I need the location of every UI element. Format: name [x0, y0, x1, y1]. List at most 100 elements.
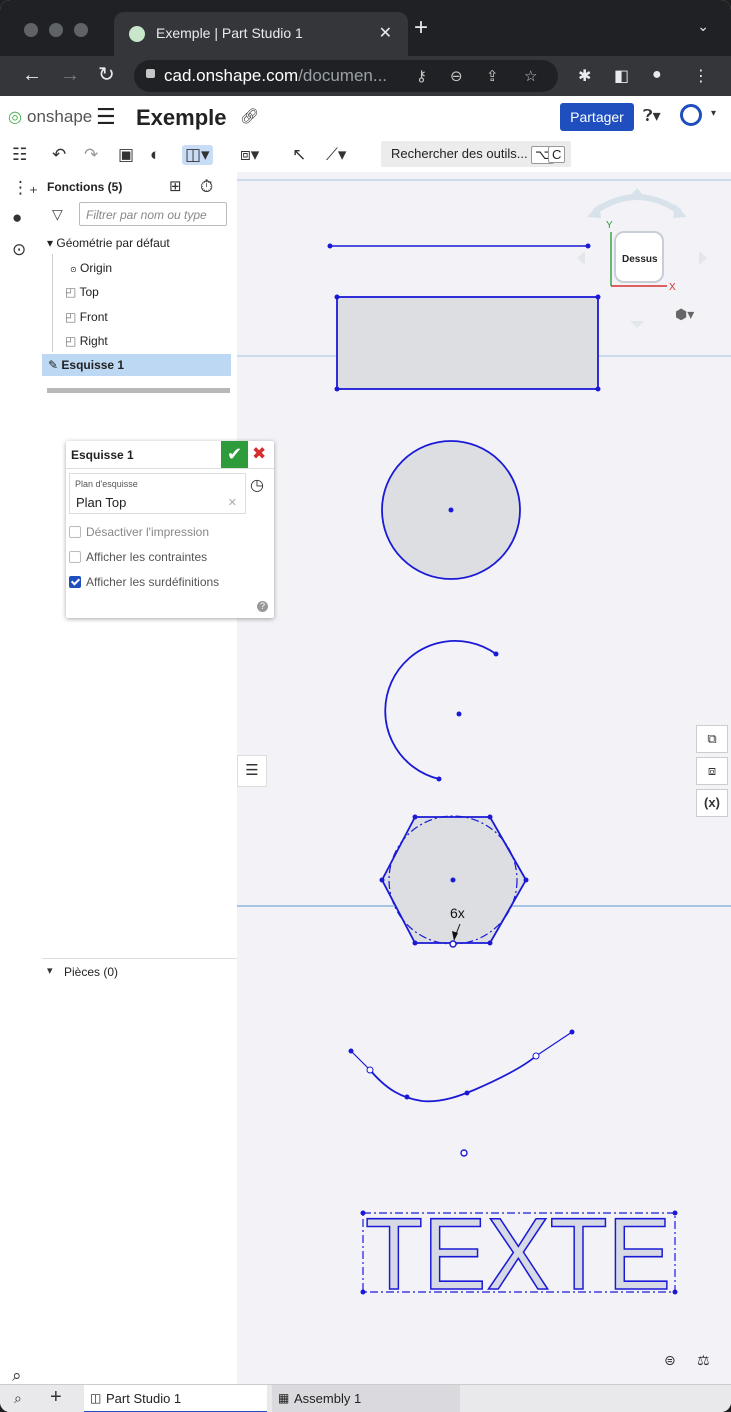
feature-filter-input[interactable]: Filtrer par nom ou type [79, 202, 227, 226]
url-field[interactable]: cad.onshape.com/documen... ⚷ ⊖ ⇪ ☆ [134, 60, 558, 92]
hamburger-menu-icon[interactable]: ☰ [96, 104, 116, 130]
appearance-panel-icon[interactable]: ⧉ [696, 725, 728, 753]
sketch-tool-icon[interactable]: ▣ [118, 145, 134, 165]
link-icon[interactable]: 🔗︎ [240, 107, 259, 125]
bookmark-star-icon[interactable]: ☆ [524, 67, 537, 85]
accept-check-icon[interactable]: ✔ [221, 441, 248, 468]
browser-tab-bar: Exemple | Part Studio 1 ✕ + ⌄ [0, 0, 731, 56]
close-window-dot[interactable] [24, 23, 38, 37]
origin-icon: ⊙ [70, 265, 77, 274]
feature-scrollbar[interactable] [47, 388, 230, 393]
browser-menu-icon[interactable]: ⋮ [693, 66, 709, 86]
filter-funnel-icon: ▽ [52, 206, 63, 222]
insert-feature-icon[interactable]: ⋮₊ [12, 178, 38, 198]
extensions-puzzle-icon[interactable]: ✱ [578, 66, 591, 86]
mate-connector-icon[interactable]: ⊜ [664, 1352, 676, 1369]
minimize-window-dot[interactable] [49, 23, 63, 37]
part-studio-toolbar: ☷ ↶ ↷ ▣ ◐ ◫▾ ⧈▾ ↖ ⟋▾ Rechercher des outi… [0, 138, 731, 173]
browser-address-bar: ← → ↻ cad.onshape.com/documen... ⚷ ⊖ ⇪ ☆… [0, 56, 731, 96]
show-constraints-checkbox[interactable] [69, 551, 81, 563]
extrude-tool-icon[interactable]: ◐ [150, 145, 160, 165]
left-rail: ⋮₊ ● ⊙ ⌕ [0, 172, 43, 1386]
sketch-pencil-icon: ✎ [48, 358, 59, 372]
configuration-panel-icon[interactable]: ⧈ [696, 757, 728, 785]
document-title[interactable]: Exemple [136, 105, 227, 131]
redo-icon[interactable]: ↷ [84, 145, 98, 165]
onshape-brand[interactable]: onshape [27, 107, 92, 127]
graphics-canvas[interactable]: 6x TEXTE Y X Dessus ⬢▾ ⊜ ⚖ [237, 172, 731, 1384]
plane-icon: ◰ [65, 285, 77, 299]
plane-top-item[interactable]: ◰ Top [65, 285, 99, 299]
plane-front-item[interactable]: ◰ Front [65, 310, 108, 324]
search-tools-button[interactable]: Rechercher des outils... ⌥ C [381, 141, 571, 167]
view-options-icon[interactable]: ⧈▾ [240, 145, 259, 165]
reload-icon[interactable]: ↻ [98, 64, 115, 86]
variables-panel-icon[interactable]: (x) [696, 789, 728, 817]
add-tab-icon[interactable]: + [50, 1386, 62, 1409]
forward-arrow-icon[interactable]: → [60, 64, 80, 86]
sketch-line [327, 243, 591, 249]
clear-plane-icon[interactable]: ✕ [228, 496, 237, 509]
assembly-icon: ▦ [278, 1391, 290, 1405]
rollback-timer-icon[interactable]: ⏱︎ [200, 177, 213, 197]
view-cube[interactable]: Y X Dessus ⬢▾ [577, 182, 717, 342]
sketch-spline [348, 1029, 575, 1103]
sketch-feature-row[interactable]: ✎ Esquisse 1 [42, 354, 231, 376]
shortcut-c-key: C [548, 146, 566, 163]
search-tools-label: Rechercher des outils... [391, 146, 528, 161]
zoom-icon[interactable]: ⊖ [450, 67, 463, 85]
mass-properties-icon[interactable]: ⚖ [697, 1352, 710, 1369]
profile-icon[interactable]: ● [652, 66, 662, 84]
display-mode-icon[interactable]: ◫▾ [182, 145, 213, 165]
tab-search-chevron-icon[interactable]: ⌄ [697, 18, 709, 35]
chevron-down-icon: ▾ [47, 965, 53, 977]
sketch-arc [384, 640, 499, 782]
plane-right-item[interactable]: ◰ Right [65, 334, 108, 348]
axis-y-label: Y [606, 220, 613, 231]
cancel-x-icon[interactable]: ✖ [252, 444, 266, 464]
default-geometry-folder[interactable]: ▾ Géométrie par défaut [47, 236, 170, 250]
history-icon[interactable]: ⊙ [12, 240, 26, 260]
origin-item[interactable]: ⊙ Origin [70, 261, 112, 275]
onshape-header: ◎ onshape ☰ Exemple 🔗︎ Partager ❓︎▾ ▾ [0, 96, 731, 139]
browser-tab-title: Exemple | Part Studio 1 [156, 25, 303, 41]
new-folder-icon[interactable]: ⊞ [169, 177, 182, 195]
help-icon[interactable]: ❓︎▾ [643, 106, 661, 126]
undo-icon[interactable]: ↶ [52, 145, 66, 165]
collapse-panel-icon[interactable]: ☰ [237, 755, 267, 787]
measure-tool-icon[interactable]: ↖ [292, 145, 306, 165]
back-arrow-icon[interactable]: ← [22, 64, 42, 86]
sketch-plane-field[interactable]: Plan d'esquisse Plan Top ✕ [69, 473, 246, 514]
user-menu-chevron-icon[interactable]: ▾ [711, 108, 716, 119]
sketch-geometry[interactable]: 6x TEXTE [237, 172, 731, 1384]
tab-manager-icon[interactable]: ⌕ [14, 1390, 22, 1407]
share-page-icon[interactable]: ⇪ [486, 67, 499, 85]
history-clock-icon[interactable]: ◷ [250, 475, 264, 495]
key-icon[interactable]: ⚷ [416, 67, 427, 85]
close-tab-icon[interactable]: ✕ [379, 23, 392, 43]
comments-icon[interactable]: ● [12, 208, 22, 228]
share-button[interactable]: Partager [560, 103, 634, 131]
zoom-window-dot[interactable] [74, 23, 88, 37]
parts-label: Pièces (0) [64, 965, 119, 979]
disable-imprint-checkbox[interactable] [69, 526, 81, 538]
show-overdefined-checkbox[interactable] [69, 576, 81, 588]
show-constraints-label: Afficher les contraintes [86, 550, 208, 564]
user-avatar-icon[interactable] [680, 104, 702, 126]
search-rail-icon[interactable]: ⌕ [12, 1366, 22, 1386]
side-panel-icon[interactable]: ◧ [614, 66, 629, 86]
parts-section[interactable]: ▾ Pièces (0) [42, 958, 237, 979]
new-tab-button[interactable]: + [414, 16, 428, 40]
lock-icon [146, 69, 155, 78]
section-view-icon[interactable]: ⟋▾ [326, 145, 346, 165]
view-cube-menu-icon[interactable]: ⬢▾ [675, 306, 694, 323]
sketch-point [460, 1149, 468, 1157]
help-icon[interactable]: ? [257, 601, 268, 612]
browser-tab[interactable]: Exemple | Part Studio 1 ✕ [114, 12, 408, 56]
tab-assembly[interactable]: ▦ Assembly 1 [272, 1385, 460, 1412]
onshape-logo-icon[interactable]: ◎ [8, 107, 22, 127]
features-title: Fonctions (5) [47, 180, 123, 194]
features-list-icon[interactable]: ☷ [12, 145, 27, 165]
tab-part-studio[interactable]: ◫ Part Studio 1 [84, 1385, 267, 1412]
dimension-label: 6x [450, 905, 465, 921]
